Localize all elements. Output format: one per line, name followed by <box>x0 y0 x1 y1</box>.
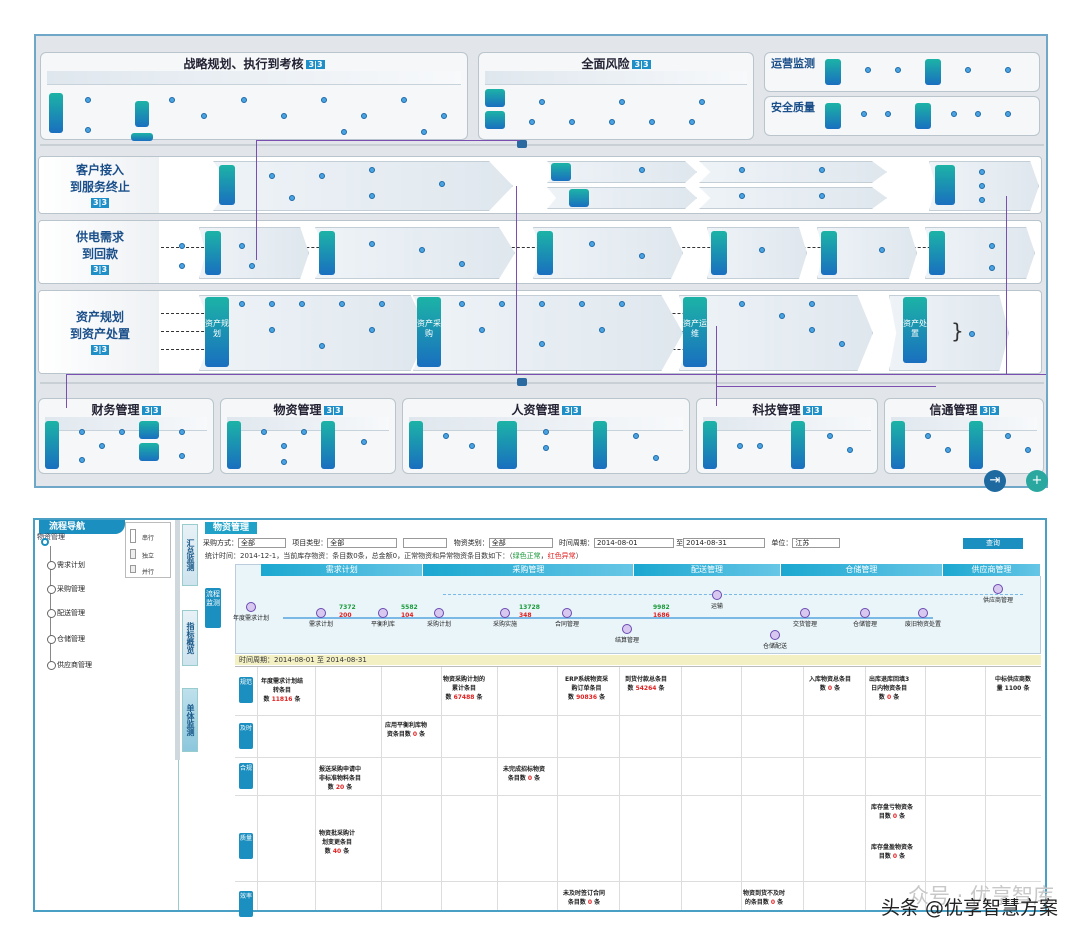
risk-title: 全面风险 3|3 <box>581 57 651 71</box>
project-type-select[interactable]: 全部 <box>327 538 398 548</box>
indicator-cell[interactable]: 应用平衡利库物 资条目数 0 条 <box>385 721 427 739</box>
process-map-panel: 战略规划、执行到考核 3|3 全面风险 3|3 运营监测 安全质量 客户接入 到服务… <box>34 34 1048 492</box>
blank-select[interactable] <box>403 538 448 548</box>
indicator-cell[interactable]: 库存盘盈物资条 目数 0 条 <box>871 843 913 861</box>
risk-section[interactable]: 全面风险 3|3 <box>478 52 754 140</box>
tab-summary-monitor[interactable]: 汇总监测 <box>182 524 198 586</box>
time-period-bar: 时间周期：2014-08-01 至 2014-08-31 <box>235 655 1041 665</box>
indicator-cell[interactable]: 报送采购申请中 非标准物料条目 数 20 条 <box>319 765 361 792</box>
strategy-title: 战略规划、执行到考核 3|3 <box>183 57 325 71</box>
purchase-mode-select[interactable]: 全部 <box>238 538 286 548</box>
indicator-grid: 规范 及时 合规 质量 效率 年度需求计划结 转条目 数 11816 条 物资采… <box>235 666 1041 917</box>
phase-warehouse[interactable]: 仓储管理 <box>780 564 944 576</box>
stat-line: 统计时间：2014-12-1，当前库存物资：条目数0条，总金额0，正常物资和异常… <box>205 552 583 560</box>
indicator-cell[interactable]: 未完成招标物资 条目数 0 条 <box>503 765 545 783</box>
flow-node[interactable]: 交货管理 <box>793 608 817 628</box>
phase-bar: 需求计划 采购管理 配送管理 仓储管理 供应商管理 <box>261 564 1041 576</box>
strategy-badge <box>49 93 63 133</box>
asset-planning-badge[interactable]: 资产规划 <box>205 297 229 367</box>
supply-demand-row[interactable]: 供电需求 到回款 3|3 <box>38 220 1042 284</box>
asset-disposal-badge[interactable]: 资产处置 <box>903 297 927 363</box>
row-tag-quality: 质量 <box>239 833 253 859</box>
plan-badge <box>135 101 149 127</box>
phase-procurement[interactable]: 采购管理 <box>423 564 635 576</box>
it-comm-section[interactable]: 信通管理 3|3 <box>884 398 1044 474</box>
row-tag-efficiency: 效率 <box>239 891 253 917</box>
nav-item-procurement[interactable]: 采购管理 <box>47 584 85 594</box>
nav-item-delivery[interactable]: 配送管理 <box>47 608 85 618</box>
customer-row[interactable]: 客户接入 到服务终止 3|3 <box>38 156 1042 214</box>
indicator-cell[interactable]: 年度需求计划结 转条目 数 11816 条 <box>261 677 303 704</box>
safety-quality-section[interactable]: 安全质量 <box>764 96 1040 136</box>
indicator-cell[interactable]: 物资采购计划的 累计条目 数 67488 条 <box>443 675 485 702</box>
tab-single-monitor[interactable]: 单体监测 <box>182 688 198 752</box>
process-nav-sidebar: 流程导航 物资管理 需求计划 采购管理 配送管理 仓储管理 供应商管理 串行 独… <box>35 520 179 910</box>
row-tag-timely: 及时 <box>239 723 253 749</box>
collapse-icon[interactable] <box>517 140 527 148</box>
flow-node[interactable]: 平衡利库 <box>371 608 395 628</box>
flow-node[interactable]: 废旧物资处置 <box>905 608 941 628</box>
indicator-cell[interactable]: 到货付款总条目 数 54264 条 <box>625 675 667 693</box>
nav-item-warehouse[interactable]: 仓储管理 <box>47 634 85 644</box>
nav-item-supplier[interactable]: 供应商管理 <box>47 660 92 670</box>
flow-node[interactable]: 采购计划 <box>427 608 451 628</box>
tech-section[interactable]: 科技管理 3|3 <box>696 398 878 474</box>
sidebar-scrollbar[interactable] <box>175 520 180 760</box>
ops-monitor-section[interactable]: 运营监测 <box>764 52 1040 92</box>
flow-node[interactable]: 年度需求计划 <box>233 602 269 622</box>
date-to-input[interactable]: 2014-08-31 <box>683 538 766 548</box>
query-button[interactable]: 查询 <box>963 538 1023 549</box>
hr-section[interactable]: 人资管理 3|3 <box>402 398 690 474</box>
indicator-cell[interactable]: 出库退库回填3 日内物资条目 数 0 条 <box>869 675 909 702</box>
flow-node[interactable]: 运输 <box>711 590 723 610</box>
page-title: 物资管理 <box>205 522 258 534</box>
exec-badge <box>131 133 153 141</box>
nav-root-icon <box>41 538 49 546</box>
flow-monitor-label: 流程监测 <box>205 588 221 628</box>
date-from-input[interactable]: 2014-08-01 <box>593 538 674 548</box>
materials-monitor-panel: 流程导航 物资管理 需求计划 采购管理 配送管理 仓储管理 供应商管理 串行 独… <box>33 518 1047 917</box>
indicator-cell[interactable]: 库存盘亏物资条 目数 0 条 <box>871 803 913 821</box>
indicator-cell[interactable]: 物资批采购计 划变更条目 数 40 条 <box>319 829 355 856</box>
indicator-cell[interactable]: 入库物资总条目 数 0 条 <box>809 675 851 693</box>
nav-item-demand[interactable]: 需求计划 <box>47 560 85 570</box>
row-tag-standard: 规范 <box>239 677 253 703</box>
materials-section[interactable]: 物资管理 3|3 <box>220 398 396 474</box>
phase-delivery[interactable]: 配送管理 <box>634 564 781 576</box>
flow-node[interactable]: 仓储配送 <box>763 630 787 650</box>
flow-node[interactable]: 合同管理 <box>555 608 579 628</box>
watermark: 头条 @优享智慧方案 <box>880 897 1058 919</box>
strategy-section[interactable]: 战略规划、执行到考核 3|3 <box>40 52 468 141</box>
expand-icon[interactable] <box>517 378 527 386</box>
materials-main: 物资管理 采购方式： 全部 项目类型： 全部 物资类别： 全部 时间周期： 2014-0… <box>203 520 1045 917</box>
indicator-cell[interactable]: 物资到货不及时 的条目数 0 条 <box>743 889 785 907</box>
flow-node[interactable]: 需求计划 <box>309 608 333 628</box>
flow-node[interactable]: 结算管理 <box>615 624 639 644</box>
indicator-cell[interactable]: ERP系统物资采 购订单条目 数 90836 条 <box>565 675 608 702</box>
tab-indicator-overview[interactable]: 指标概览 <box>182 610 198 666</box>
filter-bar: 采购方式： 全部 项目类型： 全部 物资类别： 全部 时间周期： 2014-08-01 … <box>203 538 1045 550</box>
exit-button[interactable]: ⇥ <box>984 470 1006 492</box>
row-tag-compliance: 合规 <box>239 763 253 789</box>
unit-select[interactable]: 江苏 <box>792 538 841 548</box>
material-type-select[interactable]: 全部 <box>488 538 553 548</box>
finance-section[interactable]: 财务管理 3|3 <box>38 398 214 474</box>
flow-node[interactable]: 供应商管理 <box>983 584 1013 604</box>
flow-node[interactable]: 采购实施 <box>493 608 517 628</box>
flow-node[interactable]: 仓储管理 <box>853 608 877 628</box>
asset-procurement-badge[interactable]: 资产采购 <box>417 297 441 367</box>
phase-demand[interactable]: 需求计划 <box>261 564 424 576</box>
asset-operation-badge[interactable]: 资产运维 <box>683 297 707 367</box>
indicator-cell[interactable]: 中标供应商数 量 1100 条 <box>995 675 1031 693</box>
phase-supplier[interactable]: 供应商管理 <box>943 564 1041 576</box>
asset-row[interactable]: 资产规划 到资产处置 3|3 资产规划 资产采购 资产运维 资产处置 } <box>38 290 1042 374</box>
add-button[interactable]: + <box>1026 470 1048 492</box>
indicator-cell[interactable]: 未及时签订合同 条目数 0 条 <box>563 889 605 907</box>
nav-legend: 串行 独立 并行 <box>125 522 171 578</box>
